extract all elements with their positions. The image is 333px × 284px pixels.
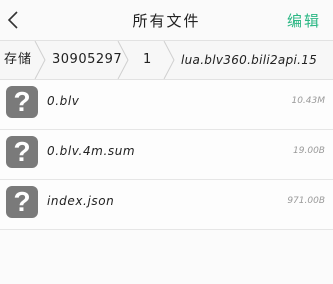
file-size: 10.43M xyxy=(291,96,325,106)
file-name: 0.blv xyxy=(47,94,80,108)
breadcrumb-item-subfolder[interactable]: 1 xyxy=(143,41,151,79)
chevron-right-icon xyxy=(163,41,175,79)
list-item[interactable]: ? index.json 971.00B xyxy=(0,180,333,230)
edit-button[interactable]: 编辑 xyxy=(287,10,321,31)
list-item[interactable]: ? 0.blv.4m.sum 19.00B xyxy=(0,130,333,180)
page-title: 所有文件 xyxy=(132,12,201,30)
top-bar: 所有文件 编辑 xyxy=(0,0,333,41)
file-list: ? 0.blv 10.43M ? 0.blv.4m.sum 19.00B ? i… xyxy=(0,80,333,230)
file-name: 0.blv.4m.sum xyxy=(47,144,136,158)
chevron-right-icon xyxy=(34,41,46,79)
file-size: 971.00B xyxy=(287,196,325,206)
breadcrumb-item-folder[interactable]: 30905297 xyxy=(52,41,122,79)
breadcrumb: 存储 30905297 1 lua.blv360.bili2api.15 xyxy=(0,41,333,80)
unknown-file-icon: ? xyxy=(6,186,38,218)
unknown-file-icon: ? xyxy=(6,86,38,118)
file-browser-screen: 所有文件 编辑 存储 30905297 1 lua.blv360.bili2ap… xyxy=(0,0,333,284)
breadcrumb-item-storage[interactable]: 存储 xyxy=(4,41,32,79)
chevron-right-icon xyxy=(117,41,129,79)
breadcrumb-item-current[interactable]: lua.blv360.bili2api.15 xyxy=(181,41,317,79)
file-size: 19.00B xyxy=(293,146,325,156)
empty-list-area xyxy=(0,230,333,284)
list-item[interactable]: ? 0.blv 10.43M xyxy=(0,80,333,130)
file-name: index.json xyxy=(47,194,115,208)
unknown-file-icon: ? xyxy=(6,136,38,168)
